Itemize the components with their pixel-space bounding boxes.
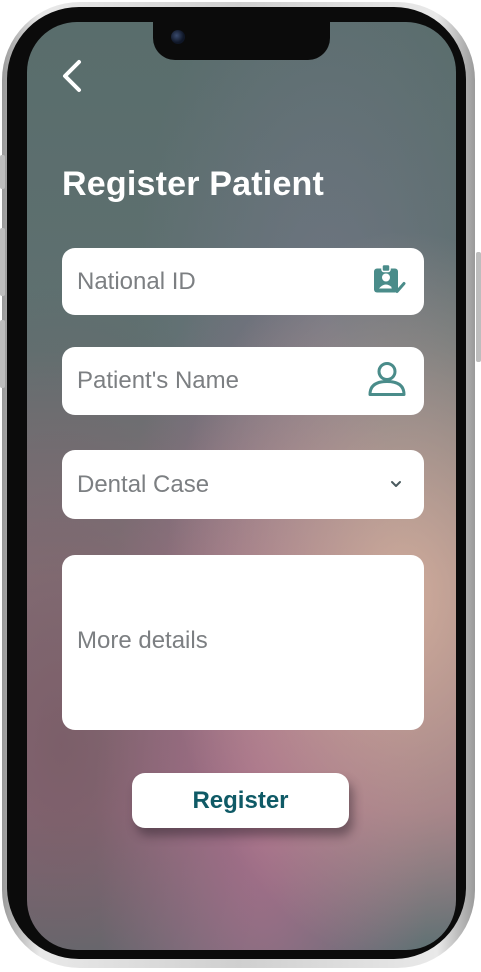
page-title: Register Patient xyxy=(62,165,325,203)
chevron-down-icon xyxy=(389,476,403,494)
side-button-volume-up xyxy=(0,228,5,296)
register-button[interactable]: Register xyxy=(132,773,349,828)
side-button-volume-down xyxy=(0,320,5,388)
patient-name-field[interactable] xyxy=(62,347,424,415)
chevron-left-icon xyxy=(63,60,81,92)
side-button-power xyxy=(476,252,481,362)
more-details-field[interactable] xyxy=(62,555,424,730)
notch xyxy=(153,22,330,60)
user-icon xyxy=(366,360,408,403)
national-id-field[interactable] xyxy=(62,248,424,315)
back-button[interactable] xyxy=(57,58,91,94)
national-id-input[interactable] xyxy=(77,248,357,315)
app-screen: Register Patient Dental Case xyxy=(27,22,456,950)
patient-name-input[interactable] xyxy=(77,347,357,415)
dental-case-selected-value: Dental Case xyxy=(77,470,210,498)
camera-icon xyxy=(171,30,185,44)
dental-case-select[interactable]: Dental Case xyxy=(62,450,424,519)
side-button-silent xyxy=(0,155,5,189)
id-badge-check-icon xyxy=(371,262,407,301)
more-details-textarea[interactable] xyxy=(77,627,407,687)
